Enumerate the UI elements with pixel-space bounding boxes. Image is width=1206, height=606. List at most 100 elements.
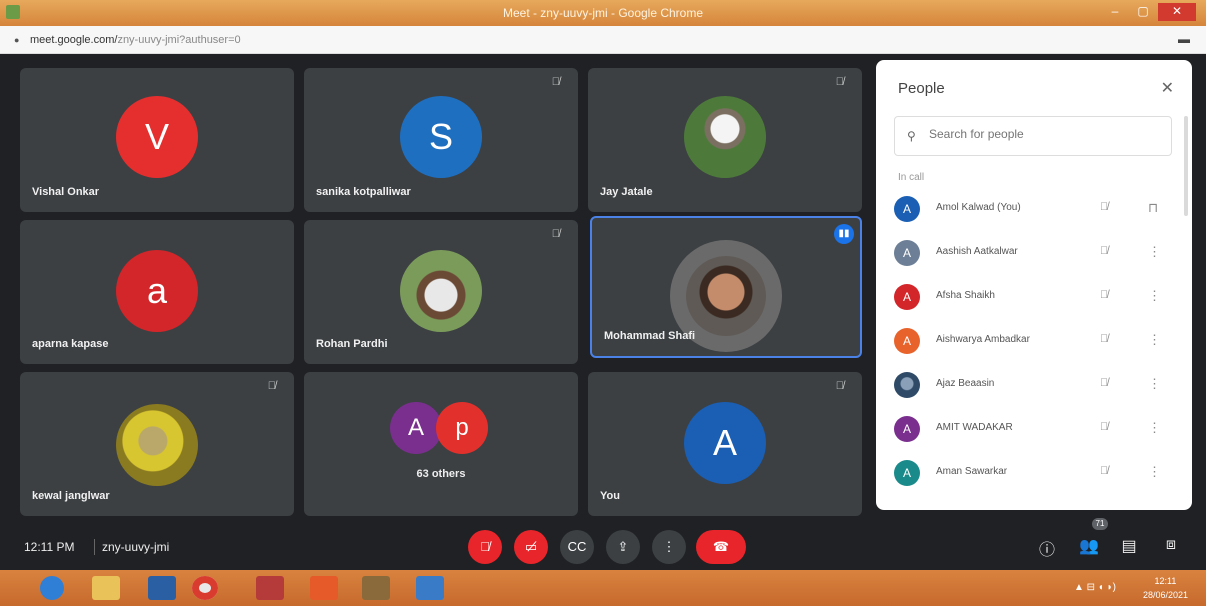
- participant-tile[interactable]: 🎙̸ Rohan Pardhi: [304, 220, 578, 364]
- person-avatar: A: [894, 460, 920, 486]
- person-row[interactable]: A Afsha Shaikh 🎙̸ ⋮: [876, 276, 1176, 320]
- person-row[interactable]: A Amol Kalwad (You) 🎙̸ ⊓: [876, 188, 1176, 232]
- person-row[interactable]: A Aishwarya Ambadkar 🎙̸ ⋮: [876, 320, 1176, 364]
- chat-icon[interactable]: ▤: [1118, 536, 1140, 556]
- leave-call-button[interactable]: ☎: [696, 530, 746, 564]
- avatar: S: [400, 96, 482, 178]
- more-options-button[interactable]: ⋮: [652, 530, 686, 564]
- participant-tile-active-speaker[interactable]: ▮▮ Mohammad Shafi: [590, 216, 862, 358]
- system-clock[interactable]: 12:11 28/06/2021: [1143, 574, 1188, 602]
- people-panel: People ✕ ⚲ In call A Amol Kalwad (You) 🎙…: [876, 60, 1192, 510]
- search-input[interactable]: [929, 127, 1159, 141]
- search-icon: ⚲: [907, 129, 916, 143]
- desktop-icon[interactable]: [148, 576, 176, 600]
- participant-tile-self[interactable]: 🎙̸ A You: [588, 372, 862, 516]
- powerpoint-icon[interactable]: [310, 576, 338, 600]
- participant-tile[interactable]: a aparna kapase: [20, 220, 294, 364]
- mic-toggle-button[interactable]: 🎙̸: [468, 530, 502, 564]
- word-icon[interactable]: [416, 576, 444, 600]
- person-avatar: A: [894, 328, 920, 354]
- people-count-badge: 71: [1092, 518, 1108, 530]
- person-name: Ajaz Beaasin: [936, 378, 995, 389]
- window-titlebar: Meet - zny-uuvy-jmi - Google Chrome – ▢ …: [0, 0, 1206, 26]
- mic-off-icon: 🎙̸: [1100, 333, 1109, 345]
- mic-off-icon: 🎙̸: [1100, 421, 1109, 433]
- others-count: 63 others: [416, 468, 466, 480]
- participant-tile[interactable]: 🎙̸ kewal janglwar: [20, 372, 294, 516]
- minimize-button[interactable]: –: [1102, 3, 1128, 21]
- speaking-indicator-icon: ▮▮: [834, 224, 854, 244]
- participant-tile-others[interactable]: A p 63 others: [304, 372, 578, 516]
- ie-icon[interactable]: [40, 576, 64, 600]
- scrollbar[interactable]: [1184, 116, 1188, 216]
- mic-off-icon: 🎙̸: [1100, 201, 1109, 213]
- participant-tile[interactable]: 🎙̸ Jay Jatale: [588, 68, 862, 212]
- file-explorer-icon[interactable]: [92, 576, 120, 600]
- person-row[interactable]: A Aman Sawarkar 🎙̸ ⋮: [876, 452, 1176, 496]
- mic-off-icon: 🎙̸: [835, 380, 844, 392]
- divider: [94, 539, 95, 555]
- more-options-icon[interactable]: ⋮: [1148, 332, 1161, 348]
- person-row[interactable]: A Aashish Aatkalwar 🎙̸ ⋮: [876, 232, 1176, 276]
- captions-button[interactable]: CC: [560, 530, 594, 564]
- chrome-icon[interactable]: [192, 576, 218, 600]
- person-name: AMIT WADAKAR: [936, 422, 1013, 433]
- section-label: In call: [898, 172, 925, 183]
- browser-menu-icon[interactable]: ▬: [1178, 32, 1190, 46]
- profile-photo: [684, 96, 766, 178]
- panel-title: People: [898, 80, 945, 97]
- app-icon[interactable]: [362, 576, 390, 600]
- participant-name: sanika kotpalliwar: [316, 186, 411, 198]
- participant-tile[interactable]: V Vishal Onkar: [20, 68, 294, 212]
- camera-toggle-button[interactable]: ▭̸: [514, 530, 548, 564]
- mic-off-icon: 🎙̸: [551, 76, 560, 88]
- person-row[interactable]: Ajaz Beaasin 🎙̸ ⋮: [876, 364, 1176, 408]
- participant-name: Mohammad Shafi: [604, 330, 696, 342]
- search-box[interactable]: ⚲: [894, 116, 1172, 156]
- address-bar[interactable]: ● meet.google.com/zny-uuvy-jmi?authuser=…: [0, 26, 1206, 54]
- participant-name: Jay Jatale: [600, 186, 653, 198]
- person-name: Afsha Shaikh: [936, 290, 995, 301]
- url-text[interactable]: meet.google.com/zny-uuvy-jmi?authuser=0: [30, 34, 241, 46]
- system-tray[interactable]: ▲ ⊟ ◖ ◗): [1074, 582, 1116, 593]
- meeting-code: zny-uuvy-jmi: [102, 540, 170, 554]
- pin-icon[interactable]: ⊓: [1148, 200, 1158, 216]
- mic-off-icon: 🎙̸: [1100, 465, 1109, 477]
- more-options-icon[interactable]: ⋮: [1148, 244, 1161, 260]
- person-name: Aashish Aatkalwar: [936, 246, 1018, 257]
- profile-photo: [116, 404, 198, 486]
- screen: Meet - zny-uuvy-jmi - Google Chrome – ▢ …: [0, 0, 1206, 606]
- more-options-icon[interactable]: ⋮: [1148, 288, 1161, 304]
- app-icon[interactable]: [256, 576, 284, 600]
- participant-name: Vishal Onkar: [32, 186, 100, 198]
- close-panel-icon[interactable]: ✕: [1161, 78, 1174, 98]
- meeting-time: 12:11 PM: [24, 540, 75, 554]
- person-avatar: A: [894, 416, 920, 442]
- mic-off-icon: 🎙̸: [1100, 245, 1109, 257]
- activities-icon[interactable]: ⧈: [1160, 536, 1182, 554]
- avatar: a: [116, 250, 198, 332]
- person-avatar: A: [894, 196, 920, 222]
- mic-off-icon: 🎙̸: [267, 380, 276, 392]
- lock-icon: ●: [14, 35, 20, 45]
- person-name: Aman Sawarkar: [936, 466, 1008, 477]
- people-icon[interactable]: 👥: [1078, 536, 1100, 556]
- more-options-icon[interactable]: ⋮: [1148, 376, 1161, 392]
- person-avatar: A: [894, 284, 920, 310]
- meeting-details-icon[interactable]: ⓘ: [1036, 536, 1058, 560]
- participant-name: kewal janglwar: [32, 490, 110, 502]
- participant-tile[interactable]: 🎙̸ S sanika kotpalliwar: [304, 68, 578, 212]
- present-button[interactable]: ⇪: [606, 530, 640, 564]
- more-options-icon[interactable]: ⋮: [1148, 420, 1161, 436]
- participant-name: You: [600, 490, 620, 502]
- participant-name: Rohan Pardhi: [316, 338, 388, 350]
- avatar: V: [116, 96, 198, 178]
- avatar: A: [390, 402, 442, 454]
- mic-off-icon: 🎙̸: [1100, 377, 1109, 389]
- person-name: Aishwarya Ambadkar: [936, 334, 1030, 345]
- person-row[interactable]: A AMIT WADAKAR 🎙̸ ⋮: [876, 408, 1176, 452]
- more-options-icon[interactable]: ⋮: [1148, 464, 1161, 480]
- person-photo: [894, 372, 920, 398]
- maximize-button[interactable]: ▢: [1130, 3, 1156, 21]
- close-button[interactable]: ✕: [1158, 3, 1196, 21]
